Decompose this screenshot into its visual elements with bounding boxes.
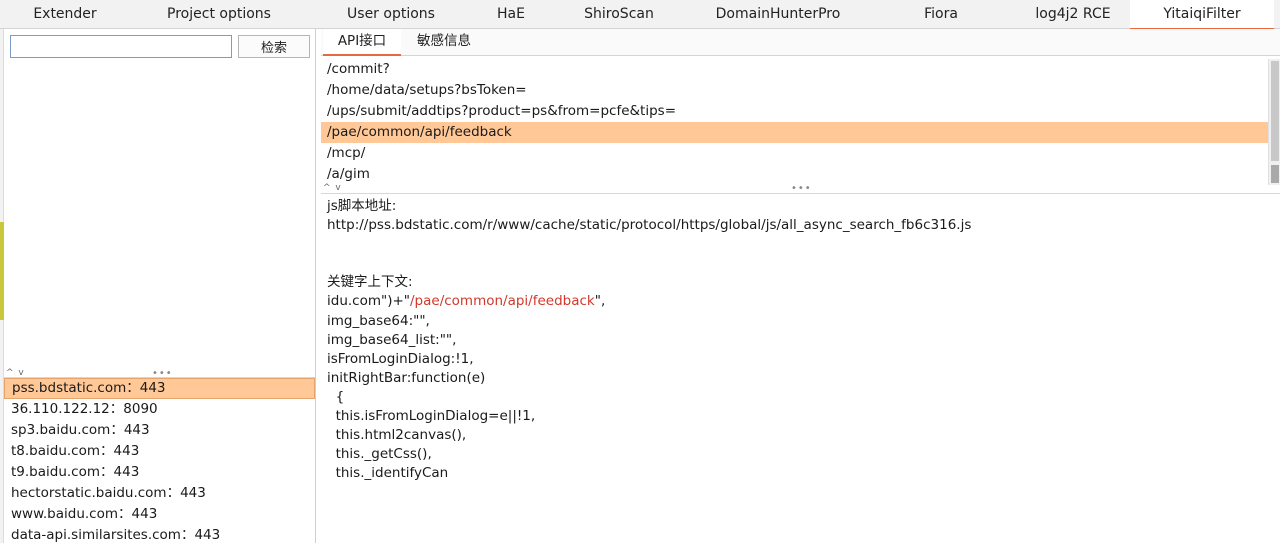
host-item[interactable]: www.baidu.com：443 [4,504,315,525]
context-line: this._getCss(), [327,446,432,463]
tab-extender[interactable]: Extender [0,0,130,29]
host-item[interactable]: 36.110.122.12：8090 [4,399,315,420]
host-item[interactable]: pss.bdstatic.com：443 [4,378,315,399]
collapse-arrows-icon[interactable]: ^ v [323,184,342,193]
sub-tab-bar: API接口 敏感信息 [321,29,1280,56]
host-item[interactable]: data-api.similarsites.com：443 [4,525,315,543]
api-list-scrollbar[interactable] [1268,59,1280,185]
api-item[interactable]: /home/data/setups?bsToken= [321,80,1268,101]
scrollbar-thumb[interactable] [1271,165,1279,183]
context-line: img_base64_list:"", [327,331,457,348]
context-line: this.html2canvas(), [327,427,467,444]
tab-shiroscan[interactable]: ShiroScan [548,0,690,29]
context-suffix: ", [594,293,606,310]
context-line: { [327,388,345,405]
host-list: pss.bdstatic.com：443 36.110.122.12：8090 … [4,377,315,543]
host-item[interactable]: hectorstatic.baidu.com：443 [4,483,315,504]
context-line: isFromLoginDialog:!1, [327,350,474,367]
tab-fiora[interactable]: Fiora [866,0,1016,29]
tab-log4j2-rce[interactable]: log4j2 RCE [1016,0,1130,29]
script-label: js脚本地址: [327,198,397,214]
context-line: initRightBar:function(e) [327,369,486,386]
host-item[interactable]: sp3.baidu.com：443 [4,420,315,441]
context-label: 关键字上下文: [327,274,413,291]
script-url: http://pss.bdstatic.com/r/www/cache/stat… [327,217,972,234]
host-panel: 检索 ^ v ••• pss.bdstatic.com：443 36.110.1… [4,29,316,543]
tab-yitaiqifilter[interactable]: YitaiqiFilter [1130,0,1274,30]
context-line: this.isFromLoginDialog=e||!1, [327,408,536,425]
detail-view: js脚本地址: http://pss.bdstatic.com/r/www/ca… [321,193,1280,543]
host-filter-area [4,63,315,367]
drag-handle-icon[interactable]: ••• [791,184,812,194]
api-item[interactable]: /a/gim [321,164,1268,185]
tab-user-options[interactable]: User options [308,0,474,29]
tab-hae[interactable]: HaE [474,0,548,29]
context-keyword: /pae/common/api/feedback [410,293,595,310]
context-line: this._identifyCan [327,465,449,482]
result-panel: API接口 敏感信息 /commit? /home/data/setups?bs… [321,29,1280,543]
search-button[interactable]: 检索 [238,35,310,58]
host-item[interactable]: t9.baidu.com：443 [4,462,315,483]
api-item[interactable]: /ups/submit/addtips?product=ps&from=pcfe… [321,101,1268,122]
scrollbar-track [1271,61,1279,161]
api-item[interactable]: /pae/common/api/feedback [321,122,1268,143]
api-list: /commit? /home/data/setups?bsToken= /ups… [321,59,1268,185]
top-tab-bar: Extender Project options User options Ha… [0,0,1280,30]
tab-api[interactable]: API接口 [323,29,401,56]
api-item[interactable]: /commit? [321,59,1268,80]
context-keyword-line: idu.com")+"/pae/common/api/feedback", [327,292,1274,311]
context-prefix: idu.com")+" [327,293,410,310]
tab-sensitive-info[interactable]: 敏感信息 [405,29,483,56]
context-line: img_base64:"", [327,312,430,329]
tab-project-options[interactable]: Project options [130,0,308,29]
tab-domainhunterpro[interactable]: DomainHunterPro [690,0,866,29]
host-item[interactable]: t8.baidu.com：443 [4,441,315,462]
search-input[interactable] [10,35,232,58]
api-item[interactable]: /mcp/ [321,143,1268,164]
